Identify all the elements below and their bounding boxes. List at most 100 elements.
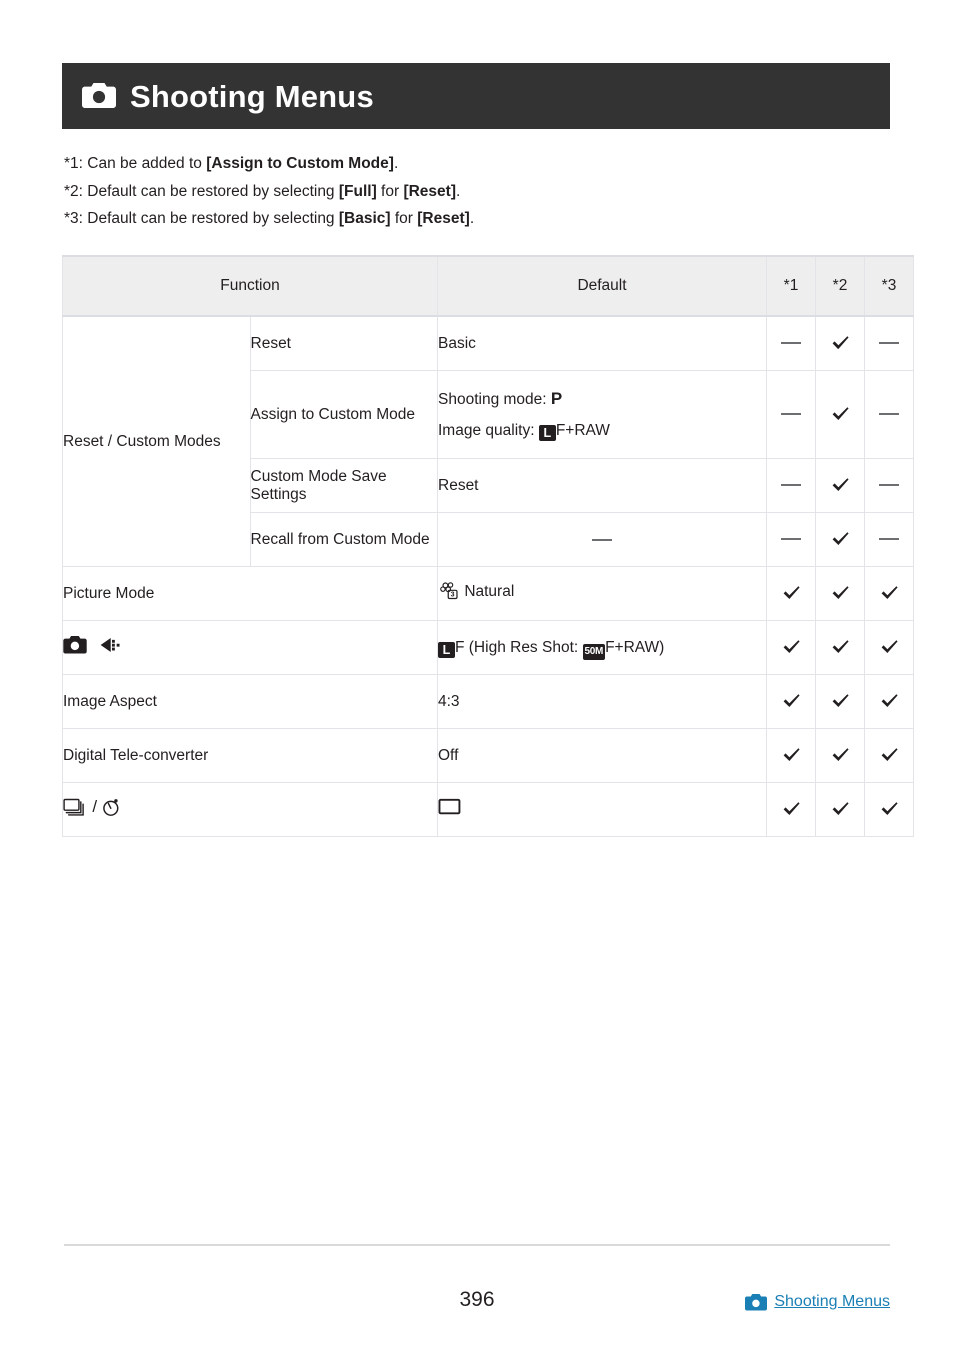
check-icon	[831, 405, 850, 424]
check-icon	[880, 746, 899, 765]
default-digital-tele-converter: Off	[437, 728, 767, 783]
mark-star2	[815, 370, 865, 459]
footnote-2-text-before: Default can be restored by selecting	[82, 182, 339, 200]
check-icon	[782, 746, 801, 765]
footer-divider	[64, 1244, 890, 1246]
footnote-3: *3: Default can be restored by selecting…	[64, 205, 894, 233]
footnote-3-text-after: .	[469, 210, 475, 227]
footnote-2-text-after: .	[456, 182, 461, 200]
column-header-default: Default	[437, 255, 767, 317]
single-frame-icon	[438, 796, 463, 827]
check-icon	[831, 638, 850, 657]
mark-star3	[864, 512, 914, 567]
dash-icon	[879, 538, 899, 541]
check-icon	[782, 692, 801, 711]
mark-star3	[864, 566, 914, 621]
table-row: Reset / Custom Modes Reset Basic	[62, 315, 914, 567]
mark-star2	[815, 728, 865, 783]
footnote-2-bold-1: [Full]	[338, 182, 377, 200]
page-banner: Shooting Menus	[62, 63, 890, 129]
function-digital-tele-converter: Digital Tele-converter	[62, 728, 438, 783]
footnote-2: *2: Default can be restored by selecting…	[64, 178, 894, 206]
dash-icon	[879, 413, 899, 416]
mark-star1	[766, 620, 816, 675]
check-icon	[782, 800, 801, 819]
image-quality-value: F+RAW	[555, 422, 610, 439]
footer-section-link[interactable]: Shooting Menus	[745, 1293, 890, 1311]
mark-star1	[766, 512, 816, 567]
default-assign-to-custom-mode: Shooting mode: P Image quality: L F+RAW	[437, 370, 767, 459]
footnote-2-marker: *2:	[64, 182, 83, 200]
table-row: LF (High Res Shot: 50M F+RAW)	[62, 620, 914, 675]
drive-mode-separator: /	[92, 797, 98, 816]
check-icon	[880, 800, 899, 819]
page-title: Shooting Menus	[130, 78, 374, 114]
svg-text:3: 3	[451, 592, 455, 599]
mark-star2	[815, 458, 865, 513]
mark-star1	[766, 728, 816, 783]
check-icon	[831, 800, 850, 819]
mark-star3	[864, 370, 914, 459]
check-icon	[880, 638, 899, 657]
check-icon	[831, 530, 850, 549]
dash-icon	[781, 342, 801, 345]
group-label-reset-custom-modes: Reset / Custom Modes	[62, 315, 251, 567]
mark-star3	[864, 728, 914, 783]
table-header: Function Default *1 *2 *3	[62, 255, 914, 317]
footnote-1-marker: *1:	[64, 155, 83, 172]
badge-l-icon: L	[538, 425, 556, 441]
mode-p-glyph: P	[550, 389, 563, 408]
dash-icon	[781, 484, 801, 487]
table-body: Reset / Custom Modes Reset Basic Assign …	[62, 315, 914, 837]
specification-table: Function Default *1 *2 *3 Reset / Custom…	[62, 255, 914, 837]
mark-star3	[864, 674, 914, 729]
mark-star2	[815, 620, 865, 675]
table-row: Image Aspect 4:3	[62, 674, 914, 729]
specification-table-wrapper: Function Default *1 *2 *3 Reset / Custom…	[62, 255, 914, 837]
camera-icon	[82, 83, 116, 109]
footnotes: *1: Can be added to [Assign to Custom Mo…	[64, 150, 894, 233]
function-custom-mode-save-settings: Custom Mode Save Settings	[249, 458, 438, 513]
footnote-3-bold-2: [Reset]	[417, 210, 470, 227]
default-image-aspect: 4:3	[437, 674, 767, 729]
default-reset: Basic	[437, 315, 767, 371]
footnote-1: *1: Can be added to [Assign to Custom Mo…	[64, 150, 894, 178]
table-row: Digital Tele-converter Off	[62, 728, 914, 783]
dash-icon	[781, 413, 801, 416]
shooting-mode-label: Shooting mode:	[438, 391, 547, 408]
default-image-quality-text-2: F+RAW)	[605, 639, 665, 656]
table-row: /	[62, 782, 914, 837]
default-recall-from-custom-mode	[437, 512, 767, 567]
mark-star1	[766, 782, 816, 837]
footnote-2-mid: for	[376, 182, 404, 200]
default-drive-mode	[437, 782, 767, 837]
check-icon	[831, 692, 850, 711]
check-icon	[831, 476, 850, 495]
check-icon	[831, 334, 850, 353]
default-custom-mode-save-settings: Reset	[437, 458, 767, 513]
image-quality-icon	[98, 636, 122, 659]
default-picture-mode: 3 Natural	[437, 566, 767, 621]
badge-l-icon: L	[438, 642, 455, 658]
default-picture-mode-label: Natural	[464, 583, 515, 600]
footnote-3-bold-1: [Basic]	[338, 210, 391, 227]
function-picture-mode: Picture Mode	[62, 566, 438, 621]
function-image-quality	[62, 620, 438, 675]
mark-star1	[766, 370, 816, 459]
footnote-3-text-before: Default can be restored by selecting	[82, 210, 339, 227]
check-icon	[880, 692, 899, 711]
dash-icon	[879, 342, 899, 345]
footnote-3-marker: *3:	[64, 210, 83, 227]
mark-star2	[815, 566, 865, 621]
check-icon	[880, 584, 899, 603]
function-image-aspect: Image Aspect	[62, 674, 438, 729]
mark-star2	[815, 315, 865, 371]
table-row: Picture Mode 3 Natural	[62, 566, 914, 621]
mark-star3	[864, 315, 914, 371]
footnote-1-text-after: .	[393, 155, 399, 172]
default-image-quality: LF (High Res Shot: 50M F+RAW)	[437, 620, 767, 675]
footnote-1-bold: [Assign to Custom Mode]	[206, 155, 394, 172]
sequential-shooting-icon	[63, 798, 88, 822]
mark-star2	[815, 512, 865, 567]
mark-star3	[864, 458, 914, 513]
